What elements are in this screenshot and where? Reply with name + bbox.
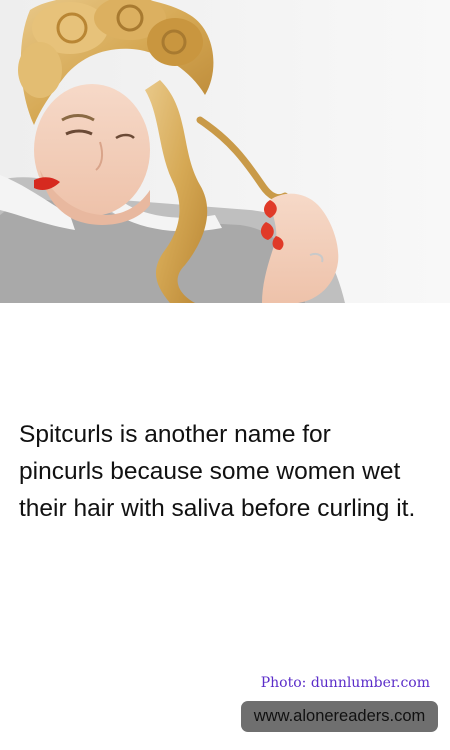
photo-credit: Photo: dunnlumber.com bbox=[260, 675, 430, 691]
fact-text: Spitcurls is another name for pincurls b… bbox=[19, 421, 416, 522]
woman-pincurl-illustration bbox=[0, 0, 450, 303]
site-url-badge[interactable]: www.alonereaders.com bbox=[241, 701, 438, 732]
hero-photo bbox=[0, 0, 450, 303]
